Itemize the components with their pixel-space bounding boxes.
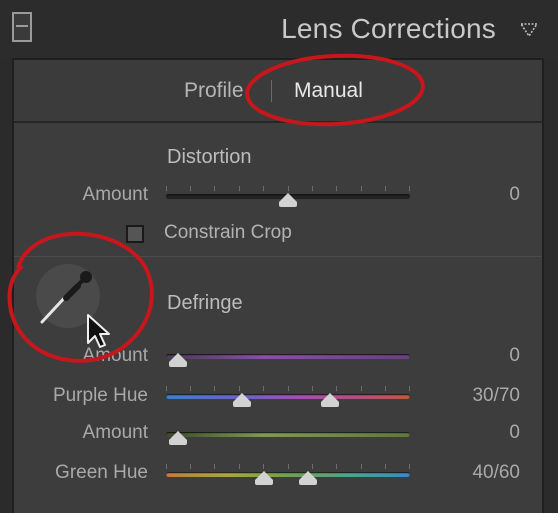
lens-corrections-panel: Profile Manual Distortion Amount 0 Const… <box>12 58 544 513</box>
distortion-amount-slider[interactable] <box>166 186 410 207</box>
green-hue-slider[interactable] <box>166 464 410 485</box>
distortion-title: Distortion <box>167 146 252 168</box>
section-divider <box>14 256 542 257</box>
panel-title[interactable]: Lens Corrections <box>281 13 496 45</box>
slider-track <box>166 432 410 437</box>
slider-track <box>166 394 410 399</box>
cursor-arrow-icon <box>87 314 110 348</box>
panel-header: Lens Corrections <box>0 0 558 58</box>
tab-profile[interactable]: Profile <box>184 79 244 103</box>
distortion-amount-label: Amount <box>82 184 148 205</box>
slider-ticks <box>166 186 410 192</box>
tab-bar: Profile Manual <box>14 60 542 123</box>
slider-track <box>166 354 410 359</box>
constrain-crop-checkbox[interactable] <box>126 225 144 243</box>
slider-thumb-high[interactable] <box>299 471 317 485</box>
purple-hue-slider[interactable] <box>166 386 410 407</box>
defringe-title: Defringe <box>167 292 243 314</box>
purple-amount-value[interactable]: 0 <box>440 345 520 367</box>
green-hue-value[interactable]: 40/60 <box>440 462 520 484</box>
slider-thumb-high[interactable] <box>321 393 339 407</box>
purple-amount-label: Amount <box>82 345 148 366</box>
tab-separator <box>271 80 272 102</box>
slider-thumb-low[interactable] <box>233 393 251 407</box>
slider-track <box>166 472 410 477</box>
purple-hue-label: Purple Hue <box>52 385 148 406</box>
green-hue-label: Green Hue <box>55 462 148 483</box>
constrain-crop-label[interactable]: Constrain Crop <box>164 222 292 244</box>
green-amount-value[interactable]: 0 <box>440 422 520 444</box>
slider-thumb-low[interactable] <box>255 471 273 485</box>
tab-manual[interactable]: Manual <box>294 79 363 103</box>
slider-ticks <box>166 464 410 470</box>
distortion-amount-value[interactable]: 0 <box>440 184 520 206</box>
slider-thumb[interactable] <box>169 353 187 367</box>
slider-thumb[interactable] <box>169 431 187 445</box>
collapse-triangle-icon[interactable] <box>520 22 538 38</box>
green-amount-slider[interactable] <box>166 424 410 445</box>
panel-toggle-icon[interactable] <box>12 12 32 42</box>
green-amount-label: Amount <box>82 422 148 443</box>
purple-hue-value[interactable]: 30/70 <box>440 385 520 407</box>
purple-amount-slider[interactable] <box>166 346 410 367</box>
slider-ticks <box>166 386 410 392</box>
slider-thumb[interactable] <box>279 193 297 207</box>
